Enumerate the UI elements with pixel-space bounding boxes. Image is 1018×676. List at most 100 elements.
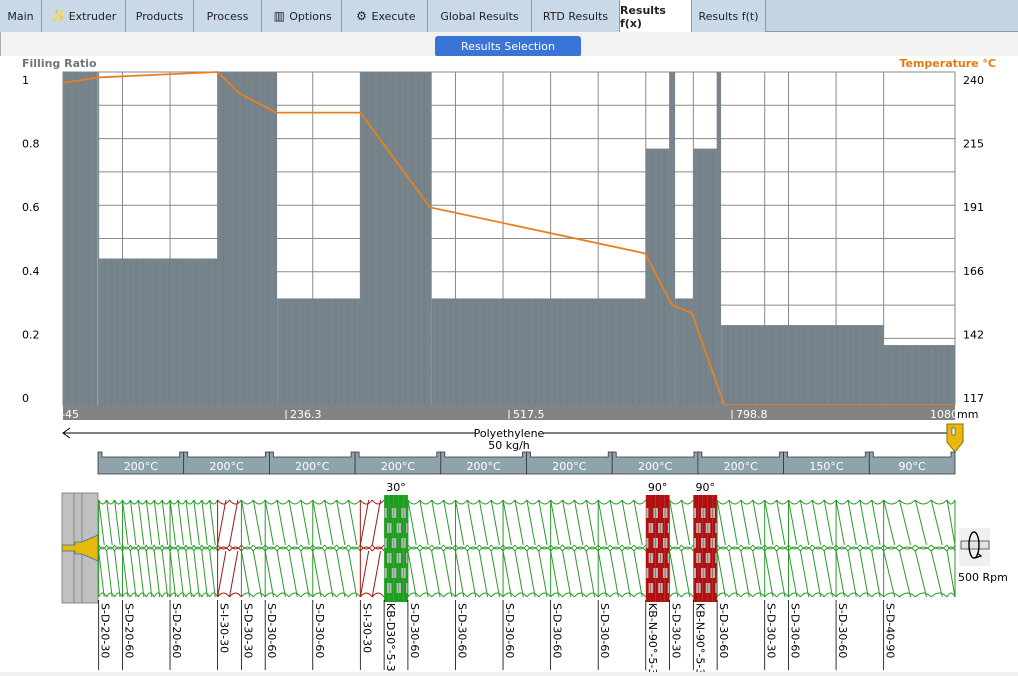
y-right-tick-label: 117: [963, 392, 984, 405]
kneading-disc-tip: [703, 508, 706, 518]
element-label: S-D-20-60: [170, 603, 183, 658]
element-label: S-D-30-60: [717, 603, 730, 658]
kneading-disc-tip: [648, 583, 651, 593]
element-label: KB-N-90°-5-3: [646, 603, 659, 675]
screw-element[interactable]: [384, 495, 409, 602]
element-label: S-D-30-60: [313, 603, 326, 658]
y-left-tick-label: 0.2: [22, 328, 40, 341]
element-label: S-D-20-30: [99, 603, 112, 658]
kneading-disc-tip: [662, 538, 666, 548]
kneading-disc-tip: [698, 523, 701, 533]
x-tick-label: 517.5: [513, 408, 545, 421]
kneading-disc-tip: [391, 508, 394, 518]
kneading-disc-tip: [403, 568, 406, 578]
barrel-zone-temp: 90°C: [899, 460, 926, 473]
element-label: S-D-30-60: [408, 603, 421, 658]
kneading-disc-tip: [696, 583, 699, 593]
element-label: KB-D30°-5-3: [384, 603, 397, 672]
barrel-zone-temp: 150°C: [809, 460, 843, 473]
element-label: S-D-30-30: [241, 603, 254, 658]
kneading-disc-tip: [658, 553, 661, 563]
kneading-disc-tip: [398, 523, 402, 533]
kneading-disc-tip: [703, 568, 706, 578]
kneading-disc-tip: [708, 553, 711, 563]
kneading-disc-tip: [712, 538, 716, 548]
barrel-zone-temp: 200°C: [295, 460, 329, 473]
kneading-disc-tip: [403, 508, 406, 518]
kneading-disc-tip: [653, 568, 656, 578]
kneading-disc-tip: [708, 583, 711, 593]
element-label: S-D-20-60: [122, 603, 135, 658]
filling-ratio-bar: [217, 72, 278, 405]
kneading-disc-tip: [698, 583, 701, 593]
kneading-disc-tip: [391, 568, 394, 578]
kneading-disc-tip: [662, 508, 666, 518]
kneading-disc-tip: [396, 523, 399, 533]
kneading-disc-tip: [394, 508, 397, 518]
kneading-disc-tip: [712, 568, 716, 578]
kneading-disc-tip: [384, 568, 387, 578]
kneading-disc-tip: [660, 523, 663, 533]
kneading-disc-tip: [653, 508, 656, 518]
kneading-disc-tip: [693, 568, 696, 578]
kneading-disc-tip: [651, 583, 654, 593]
kneading-disc-tip: [651, 523, 654, 533]
kneading-disc-tip: [655, 538, 658, 548]
kneading-disc-tip: [403, 538, 406, 548]
kneading-disc-tip: [396, 553, 399, 563]
element-label: S-I-30-30: [360, 603, 373, 653]
element-label: S-I-30-30: [218, 603, 231, 653]
element-label: S-D-30-60: [265, 603, 278, 658]
filling-ratio-bar: [693, 148, 718, 405]
kneading-disc-tip: [646, 568, 649, 578]
feed-port-marker-mark: [951, 427, 956, 436]
kneading-disc-tip: [386, 523, 390, 533]
element-label: S-D-30-60: [503, 603, 516, 658]
kneading-disc-tip: [693, 508, 696, 518]
kneading-disc-tip: [389, 583, 392, 593]
kneading-disc-tip: [712, 508, 716, 518]
filling-ratio-bar: [360, 72, 432, 405]
filling-ratio-bar: [669, 72, 676, 405]
kneading-disc-tip: [386, 553, 390, 563]
kneading-disc-tip: [391, 538, 394, 548]
barrel-zone-temp: 200°C: [381, 460, 415, 473]
kneading-disc-tip: [705, 553, 708, 563]
feed-rate: 50 kg/h: [488, 439, 530, 452]
kneading-disc-tip: [651, 553, 654, 563]
x-tick-label: -45: [61, 408, 79, 421]
element-label: S-D-30-60: [551, 603, 564, 658]
kneading-disc-tip: [700, 538, 704, 548]
screw-element[interactable]: [693, 495, 718, 602]
kneading-disc-tip: [705, 583, 708, 593]
kneading-disc-tip: [646, 508, 649, 518]
screw-speed: 500 Rpm: [958, 571, 1008, 584]
y-left-tick-label: 0: [22, 392, 29, 405]
results-canvas: Filling Ratio Temperature °C 0 0.2 0.4 0.6 0…: [0, 56, 1018, 676]
y-left-tick-label: 0.8: [22, 138, 40, 151]
y-right-tick-label: 142: [963, 328, 984, 341]
kneading-disc-tip: [386, 583, 390, 593]
kneading-disc-tip: [703, 538, 706, 548]
kneading-disc-tip: [648, 553, 651, 563]
kneading-angle: 90°: [648, 481, 668, 494]
x-tick-label: 798.8: [736, 408, 768, 421]
kneading-disc-tip: [401, 508, 404, 518]
kneading-disc-tip: [710, 508, 713, 518]
y-right-tick-label: 166: [963, 265, 984, 278]
filling-ratio-bar: [717, 72, 722, 405]
screw-element[interactable]: [645, 495, 670, 602]
element-label: S-D-30-30: [670, 603, 683, 658]
filling-ratio-bar: [883, 345, 955, 405]
filling-ratio-bar: [63, 72, 99, 405]
screw-rotation-icon[interactable]: [959, 528, 990, 566]
kneading-disc-tip: [710, 538, 713, 548]
kneading-disc-tip: [696, 553, 699, 563]
kneading-disc-tip: [646, 538, 649, 548]
kneading-disc-tip: [710, 568, 713, 578]
y-right-tick-label: 240: [963, 74, 984, 87]
kneading-disc-tip: [705, 523, 708, 533]
kneading-disc-tip: [660, 583, 663, 593]
left-axis-title: Filling Ratio: [22, 57, 97, 70]
kneading-disc-tip: [653, 538, 656, 548]
